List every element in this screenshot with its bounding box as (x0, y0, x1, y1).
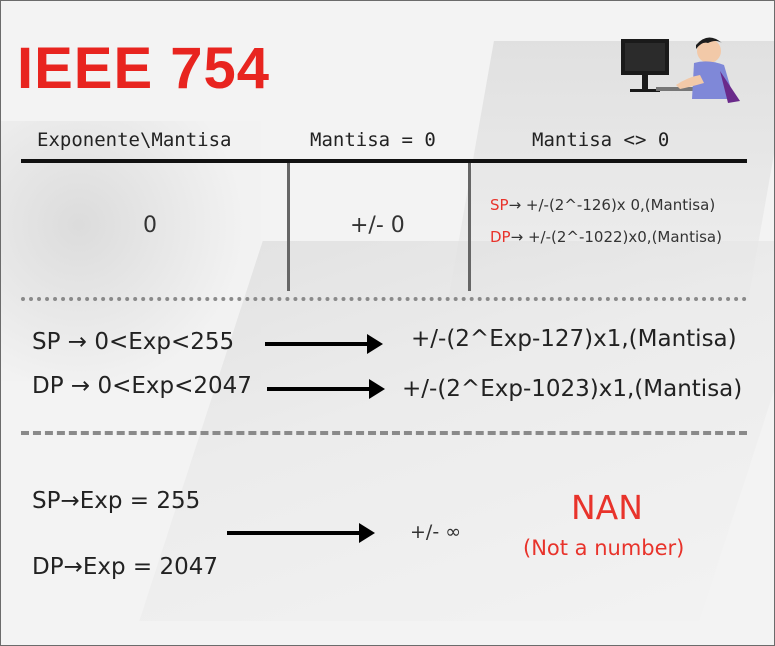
denormal-sp-formula: SP→ +/-(2^-126)x 0,(Mantisa) (490, 196, 715, 214)
infographic-frame: IEEE 754 Exponente\Mantisa Mantisa = 0 M… (0, 0, 775, 646)
column-divider (287, 163, 290, 291)
denormal-dp-formula: DP→ +/-(2^-1022)x0,(Mantisa) (490, 228, 722, 246)
normal-dp-formula: +/-(2^Exp-1023)x1,(Mantisa) (402, 376, 743, 402)
exp-zero-value: 0 (143, 213, 157, 238)
special-sp-label: SP→Exp = 255 (32, 488, 201, 514)
person-at-computer-icon (621, 37, 740, 103)
special-dp-label: DP→Exp = 2047 (32, 554, 219, 580)
header-mantisa-zero: Mantisa = 0 (310, 129, 436, 151)
mantisa-zero-result: +/- 0 (350, 213, 405, 238)
header-exponente-mantisa: Exponente\Mantisa (37, 129, 232, 151)
normal-sp-label: SP → 0<Exp<255 (32, 329, 235, 355)
column-divider (468, 163, 471, 291)
infinity-result: +/- ∞ (410, 521, 462, 543)
arrow-right-icon (267, 379, 385, 399)
header-divider (21, 159, 747, 163)
arrow-right-icon (227, 523, 375, 543)
dashed-separator (21, 431, 747, 435)
sp-formula: → +/-(2^-126)x 0,(Mantisa) (508, 196, 716, 214)
dp-formula: → +/-(2^-1022)x0,(Mantisa) (510, 228, 722, 246)
normal-dp-label: DP → 0<Exp<2047 (32, 373, 252, 399)
header-mantisa-nonzero: Mantisa <> 0 (532, 129, 670, 151)
arrow-right-icon (265, 334, 383, 354)
page-title: IEEE 754 (17, 36, 271, 101)
dotted-separator (21, 297, 747, 301)
nan-label: NAN (571, 488, 643, 527)
normal-sp-formula: +/-(2^Exp-127)x1,(Mantisa) (411, 326, 737, 352)
nan-subtitle: (Not a number) (523, 536, 685, 560)
sp-tag: SP (490, 196, 509, 214)
dp-tag: DP (490, 228, 511, 246)
